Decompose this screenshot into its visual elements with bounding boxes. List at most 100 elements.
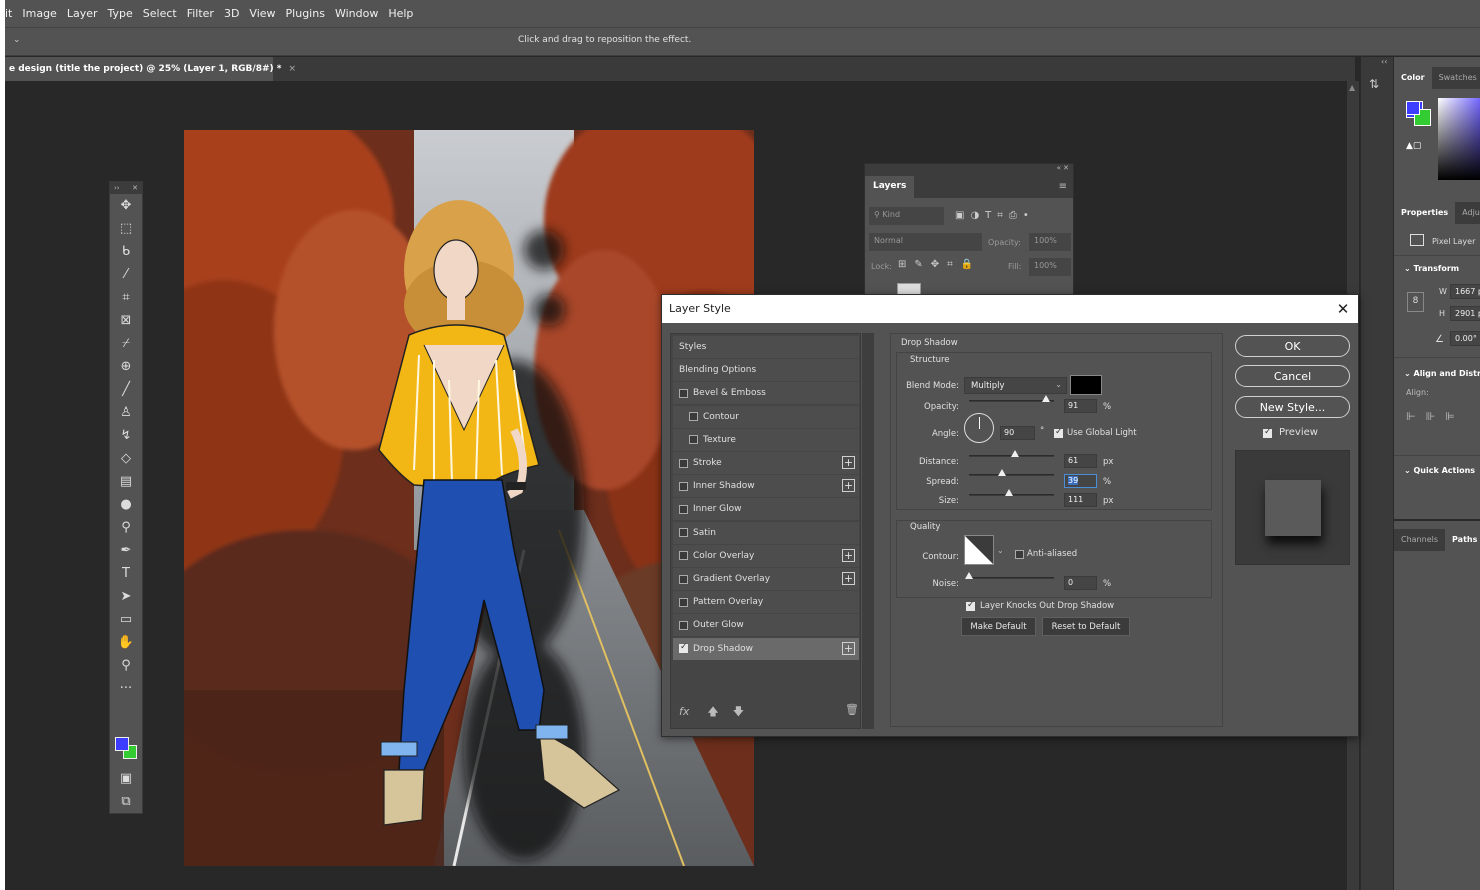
layer-fill-input[interactable]: 100%: [1029, 258, 1071, 276]
tab-properties[interactable]: Properties: [1394, 202, 1456, 224]
distance-input[interactable]: 61: [1064, 454, 1097, 468]
crop-icon[interactable]: ⌗: [110, 286, 142, 309]
type-icon[interactable]: T: [110, 562, 142, 585]
rectangle-icon[interactable]: ▭: [110, 608, 142, 631]
panel-menu-icon[interactable]: ≡: [1053, 176, 1073, 198]
style-item-drop-shadow[interactable]: Drop Shadow +: [673, 637, 859, 660]
ok-button[interactable]: OK: [1235, 335, 1350, 357]
style-checkbox[interactable]: [679, 642, 688, 654]
path-selection-icon[interactable]: ➤: [110, 585, 142, 608]
shadow-color-swatch[interactable]: [1070, 375, 1102, 395]
menu-image[interactable]: Image: [17, 7, 61, 20]
fx-icon[interactable]: fx: [679, 705, 689, 718]
style-checkbox[interactable]: [679, 458, 688, 468]
add-effect-icon[interactable]: +: [842, 572, 855, 585]
style-checkbox[interactable]: [679, 574, 688, 584]
styles-list-scrollbar[interactable]: [862, 333, 874, 729]
document-tab[interactable]: e design (title the project) @ 25% (Laye…: [5, 57, 296, 81]
close-tab-icon[interactable]: ×: [288, 64, 296, 74]
trash-icon[interactable]: 🗑: [845, 703, 859, 716]
layers-panel-header[interactable]: « ✕: [865, 164, 1073, 176]
blur-icon[interactable]: ●: [110, 493, 142, 516]
move-down-icon[interactable]: 🡇: [733, 705, 744, 718]
align-buttons[interactable]: ⊩⊪⊫: [1406, 410, 1465, 423]
spread-slider-thumb[interactable]: [998, 469, 1007, 476]
style-item-satin[interactable]: Satin: [673, 521, 859, 544]
menu-help[interactable]: Help: [383, 7, 418, 20]
height-input[interactable]: 2901 px: [1450, 306, 1480, 321]
link-dimensions-icon[interactable]: 8: [1407, 292, 1424, 312]
move-icon[interactable]: ✥: [110, 194, 142, 217]
eyedropper-icon[interactable]: ⌿: [110, 332, 142, 355]
menu-filter[interactable]: Filter: [182, 7, 219, 20]
hand-icon[interactable]: ✋: [110, 631, 142, 654]
history-icon[interactable]: ⇅: [1369, 77, 1387, 95]
style-item-gradient-overlay[interactable]: Gradient Overlay +: [673, 568, 859, 590]
noise-slider-thumb[interactable]: [965, 572, 973, 579]
style-item-color-overlay[interactable]: Color Overlay +: [673, 544, 859, 567]
layer-filter[interactable]: ⚲ Kind: [869, 207, 944, 225]
tab-color[interactable]: Color: [1394, 67, 1432, 89]
width-input[interactable]: 1667 px: [1450, 284, 1480, 299]
style-item-inner-shadow[interactable]: Inner Shadow +: [673, 475, 859, 498]
menu-plugins[interactable]: Plugins: [281, 7, 330, 20]
lock-icons[interactable]: ⊞✎✥⌗🔒: [898, 259, 981, 270]
style-item-pattern-overlay[interactable]: Pattern Overlay: [673, 591, 859, 614]
use-global-light-checkbox[interactable]: [1054, 427, 1063, 438]
style-item-inner-glow[interactable]: Inner Glow: [673, 498, 859, 521]
quick-mask-icon[interactable]: ▣: [110, 767, 142, 790]
quick-actions-heading[interactable]: ⌄ Quick Actions: [1404, 466, 1475, 475]
collapse-panels-icon[interactable]: ‹‹: [1381, 57, 1387, 66]
style-item-bevel-emboss[interactable]: Bevel & Emboss: [673, 382, 859, 405]
pen-icon[interactable]: ✒: [110, 539, 142, 562]
style-checkbox[interactable]: [679, 388, 688, 398]
transform-heading[interactable]: ⌄ Transform: [1404, 264, 1459, 273]
dialog-close-icon[interactable]: ✕: [1334, 300, 1352, 318]
preview-checkbox[interactable]: [1263, 427, 1272, 438]
menu-select[interactable]: Select: [138, 7, 182, 20]
add-effect-icon[interactable]: +: [842, 548, 855, 562]
size-input[interactable]: 111: [1064, 493, 1097, 507]
menu-window[interactable]: Window: [330, 7, 383, 20]
add-effect-icon[interactable]: +: [842, 479, 855, 493]
new-style-button[interactable]: New Style...: [1235, 396, 1350, 418]
noise-input[interactable]: 0: [1064, 576, 1097, 590]
size-slider[interactable]: [969, 489, 1054, 496]
angle-dial[interactable]: [964, 413, 994, 443]
style-item-texture[interactable]: Texture: [673, 428, 859, 451]
tools-panel-header[interactable]: ›› ✕: [110, 182, 142, 194]
blend-mode-select[interactable]: Multiply ⌄: [964, 377, 1067, 394]
brush-icon[interactable]: ╱: [110, 378, 142, 401]
frame-icon[interactable]: ⊠: [110, 309, 142, 332]
expand-icon[interactable]: ››: [114, 184, 120, 192]
close-icon[interactable]: ✕: [132, 184, 138, 192]
color-picker-field[interactable]: [1438, 98, 1480, 180]
magic-wand-icon[interactable]: ⁄: [110, 263, 142, 286]
style-checkbox[interactable]: [689, 435, 698, 445]
opacity-slider-thumb[interactable]: [1042, 395, 1051, 402]
style-item-blending-options[interactable]: Blending Options: [673, 359, 859, 382]
cancel-button[interactable]: Cancel: [1235, 365, 1350, 387]
layer-filter-icons[interactable]: ▣◑T⌗⎙•: [955, 210, 1035, 221]
lasso-icon[interactable]: ᑲ: [110, 240, 142, 263]
move-up-icon[interactable]: 🡅: [707, 705, 718, 718]
clone-stamp-icon[interactable]: ♙: [110, 401, 142, 424]
style-item-styles[interactable]: Styles: [673, 336, 859, 358]
angle-input[interactable]: 90: [1000, 426, 1035, 440]
style-checkbox[interactable]: [679, 504, 688, 514]
foreground-color-swatch[interactable]: [115, 737, 129, 751]
zoom-icon[interactable]: ⚲: [110, 654, 142, 677]
style-checkbox[interactable]: [679, 551, 688, 561]
add-effect-icon[interactable]: +: [842, 641, 855, 655]
style-checkbox[interactable]: [679, 620, 688, 630]
contour-dropdown-icon[interactable]: ⌄: [997, 546, 1004, 555]
style-item-stroke[interactable]: Stroke +: [673, 452, 859, 474]
angle-input[interactable]: 0.00°: [1450, 331, 1480, 346]
screen-mode-icon[interactable]: ⧉: [110, 790, 142, 813]
style-item-outer-glow[interactable]: Outer Glow: [673, 614, 859, 637]
make-default-button[interactable]: Make Default: [961, 617, 1036, 636]
scroll-up-icon[interactable]: ▲: [1349, 83, 1355, 92]
spread-input[interactable]: 39: [1064, 474, 1097, 488]
style-checkbox[interactable]: [679, 481, 688, 491]
noise-slider[interactable]: [965, 572, 1054, 579]
